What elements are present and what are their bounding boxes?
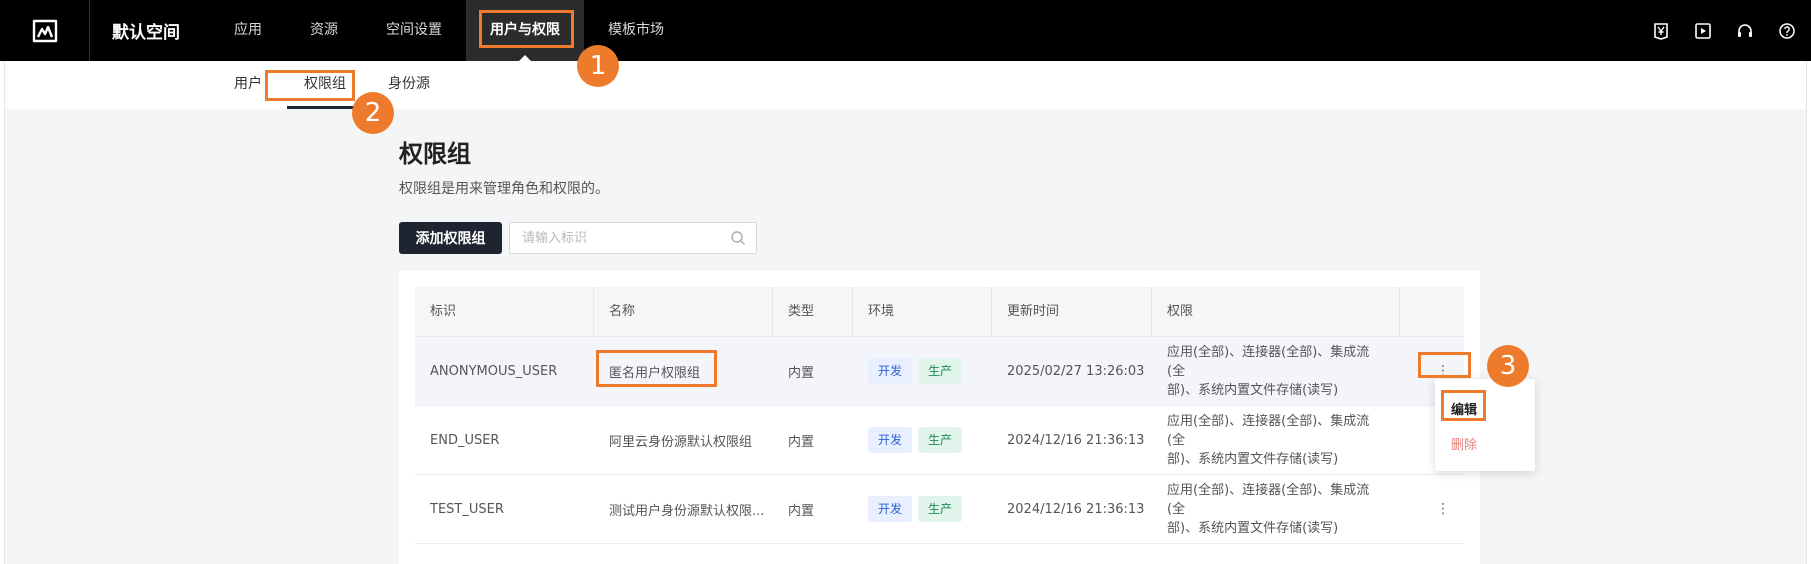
- col-name: 名称: [594, 286, 773, 337]
- help-icon[interactable]: [1777, 21, 1797, 41]
- search-box: [509, 222, 757, 254]
- perm-line: 部)、系统内置文件存储(读写): [1167, 451, 1339, 467]
- row-type: 内置: [788, 434, 815, 450]
- row-id: ANONYMOUS_USER: [430, 363, 558, 379]
- row-actions: ⋮: [1400, 363, 1464, 379]
- row-name: 阿里云身份源默认权限组: [609, 434, 753, 450]
- perm-line: 应用(全部)、连接器(全部)、集成流(全: [1167, 482, 1370, 517]
- perm-line: 部)、系统内置文件存储(读写): [1167, 520, 1339, 536]
- more-options-icon[interactable]: ⋮: [1434, 501, 1452, 517]
- top-navbar: 默认空间 应用 资源 空间设置 用户与权限 模板市场: [0, 0, 1811, 61]
- nav-apps[interactable]: 应用: [210, 0, 286, 61]
- step-badge-1: 1: [577, 45, 619, 87]
- row-permissions: 应用(全部)、连接器(全部)、集成流(全 部)、系统内置文件存储(读写): [1152, 412, 1400, 469]
- table-header: 标识 名称 类型 环境 更新时间 权限: [415, 286, 1464, 337]
- page-description: 权限组是用来管理角色和权限的。: [399, 181, 609, 197]
- perm-line: 部)、系统内置文件存储(读写): [1167, 382, 1339, 398]
- row-env: 开发 生产: [853, 496, 992, 522]
- step-badge-2: 2: [352, 92, 394, 134]
- table-row[interactable]: TEST_USER 测试用户身份源默认权限... 内置 开发 生产 2024/12…: [415, 475, 1464, 544]
- table-row[interactable]: ANONYMOUS_USER 匿名用户权限组 内置 开发 生产 2025/02/2…: [415, 337, 1464, 406]
- row-permissions: 应用(全部)、连接器(全部)、集成流(全 部)、系统内置文件存储(读写): [1152, 481, 1400, 538]
- env-tag-dev: 开发: [868, 358, 913, 384]
- row-id: TEST_USER: [430, 501, 504, 517]
- step-badge-3: 3: [1487, 345, 1529, 387]
- page-title: 权限组: [399, 140, 471, 168]
- row-env: 开发 生产: [853, 358, 992, 384]
- table-panel: 标识 名称 类型 环境 更新时间 权限 ANONYMOUS_USER 匿名用户权…: [399, 271, 1480, 564]
- row-actions: ⋮: [1400, 501, 1464, 517]
- col-actions: [1400, 287, 1464, 337]
- nav-tools: [1651, 21, 1811, 41]
- row-id: END_USER: [430, 432, 500, 448]
- col-id: 标识: [415, 286, 594, 337]
- row-type: 内置: [788, 503, 815, 519]
- permission-group-table: 标识 名称 类型 环境 更新时间 权限 ANONYMOUS_USER 匿名用户权…: [415, 286, 1464, 544]
- row-updated: 2024/12/16 21:36:13: [1007, 501, 1145, 517]
- search-icon[interactable]: [730, 230, 746, 246]
- workspace-name[interactable]: 默认空间: [112, 18, 180, 43]
- col-type: 类型: [773, 286, 853, 337]
- env-tag-dev: 开发: [868, 427, 913, 453]
- env-tag-prod: 生产: [918, 496, 963, 522]
- nav-resources[interactable]: 资源: [286, 0, 362, 61]
- left-edge: [0, 61, 5, 564]
- env-tag-prod: 生产: [918, 427, 963, 453]
- search-input[interactable]: [510, 223, 720, 253]
- perm-line: 应用(全部)、连接器(全部)、集成流(全: [1167, 344, 1370, 379]
- logo-icon: [32, 19, 57, 42]
- yen-bill-icon[interactable]: [1651, 21, 1671, 41]
- row-name: 测试用户身份源默认权限...: [609, 503, 765, 519]
- env-tag-prod: 生产: [918, 358, 963, 384]
- env-tag-dev: 开发: [868, 496, 913, 522]
- row-env: 开发 生产: [853, 427, 992, 453]
- row-type: 内置: [788, 365, 815, 381]
- row-permissions: 应用(全部)、连接器(全部)、集成流(全 部)、系统内置文件存储(读写): [1152, 343, 1400, 400]
- tab-users[interactable]: 用户: [218, 61, 278, 109]
- col-updated: 更新时间: [992, 286, 1152, 337]
- logo[interactable]: [0, 0, 90, 61]
- more-options-icon[interactable]: ⋮: [1434, 363, 1452, 379]
- edit-menu-item[interactable]: 编辑: [1451, 399, 1477, 418]
- add-permission-group-button[interactable]: 添加权限组: [399, 222, 502, 254]
- row-action-menu: 编辑 删除: [1435, 379, 1535, 471]
- col-permissions: 权限: [1152, 286, 1400, 337]
- col-env: 环境: [853, 286, 992, 337]
- row-updated: 2024/12/16 21:36:13: [1007, 432, 1145, 448]
- nav-space-settings[interactable]: 空间设置: [362, 0, 466, 61]
- video-icon[interactable]: [1693, 21, 1713, 41]
- headset-icon[interactable]: [1735, 21, 1755, 41]
- delete-menu-item[interactable]: 删除: [1451, 434, 1477, 453]
- nav-users-permissions[interactable]: 用户与权限: [466, 0, 584, 61]
- right-edge: [1806, 61, 1811, 564]
- table-row[interactable]: END_USER 阿里云身份源默认权限组 内置 开发 生产 2024/12/16 …: [415, 406, 1464, 475]
- sub-tabs: 用户 权限组 身份源: [5, 61, 1806, 109]
- row-updated: 2025/02/27 13:26:03: [1007, 363, 1145, 379]
- row-name: 匿名用户权限组: [609, 365, 701, 381]
- perm-line: 应用(全部)、连接器(全部)、集成流(全: [1167, 413, 1370, 448]
